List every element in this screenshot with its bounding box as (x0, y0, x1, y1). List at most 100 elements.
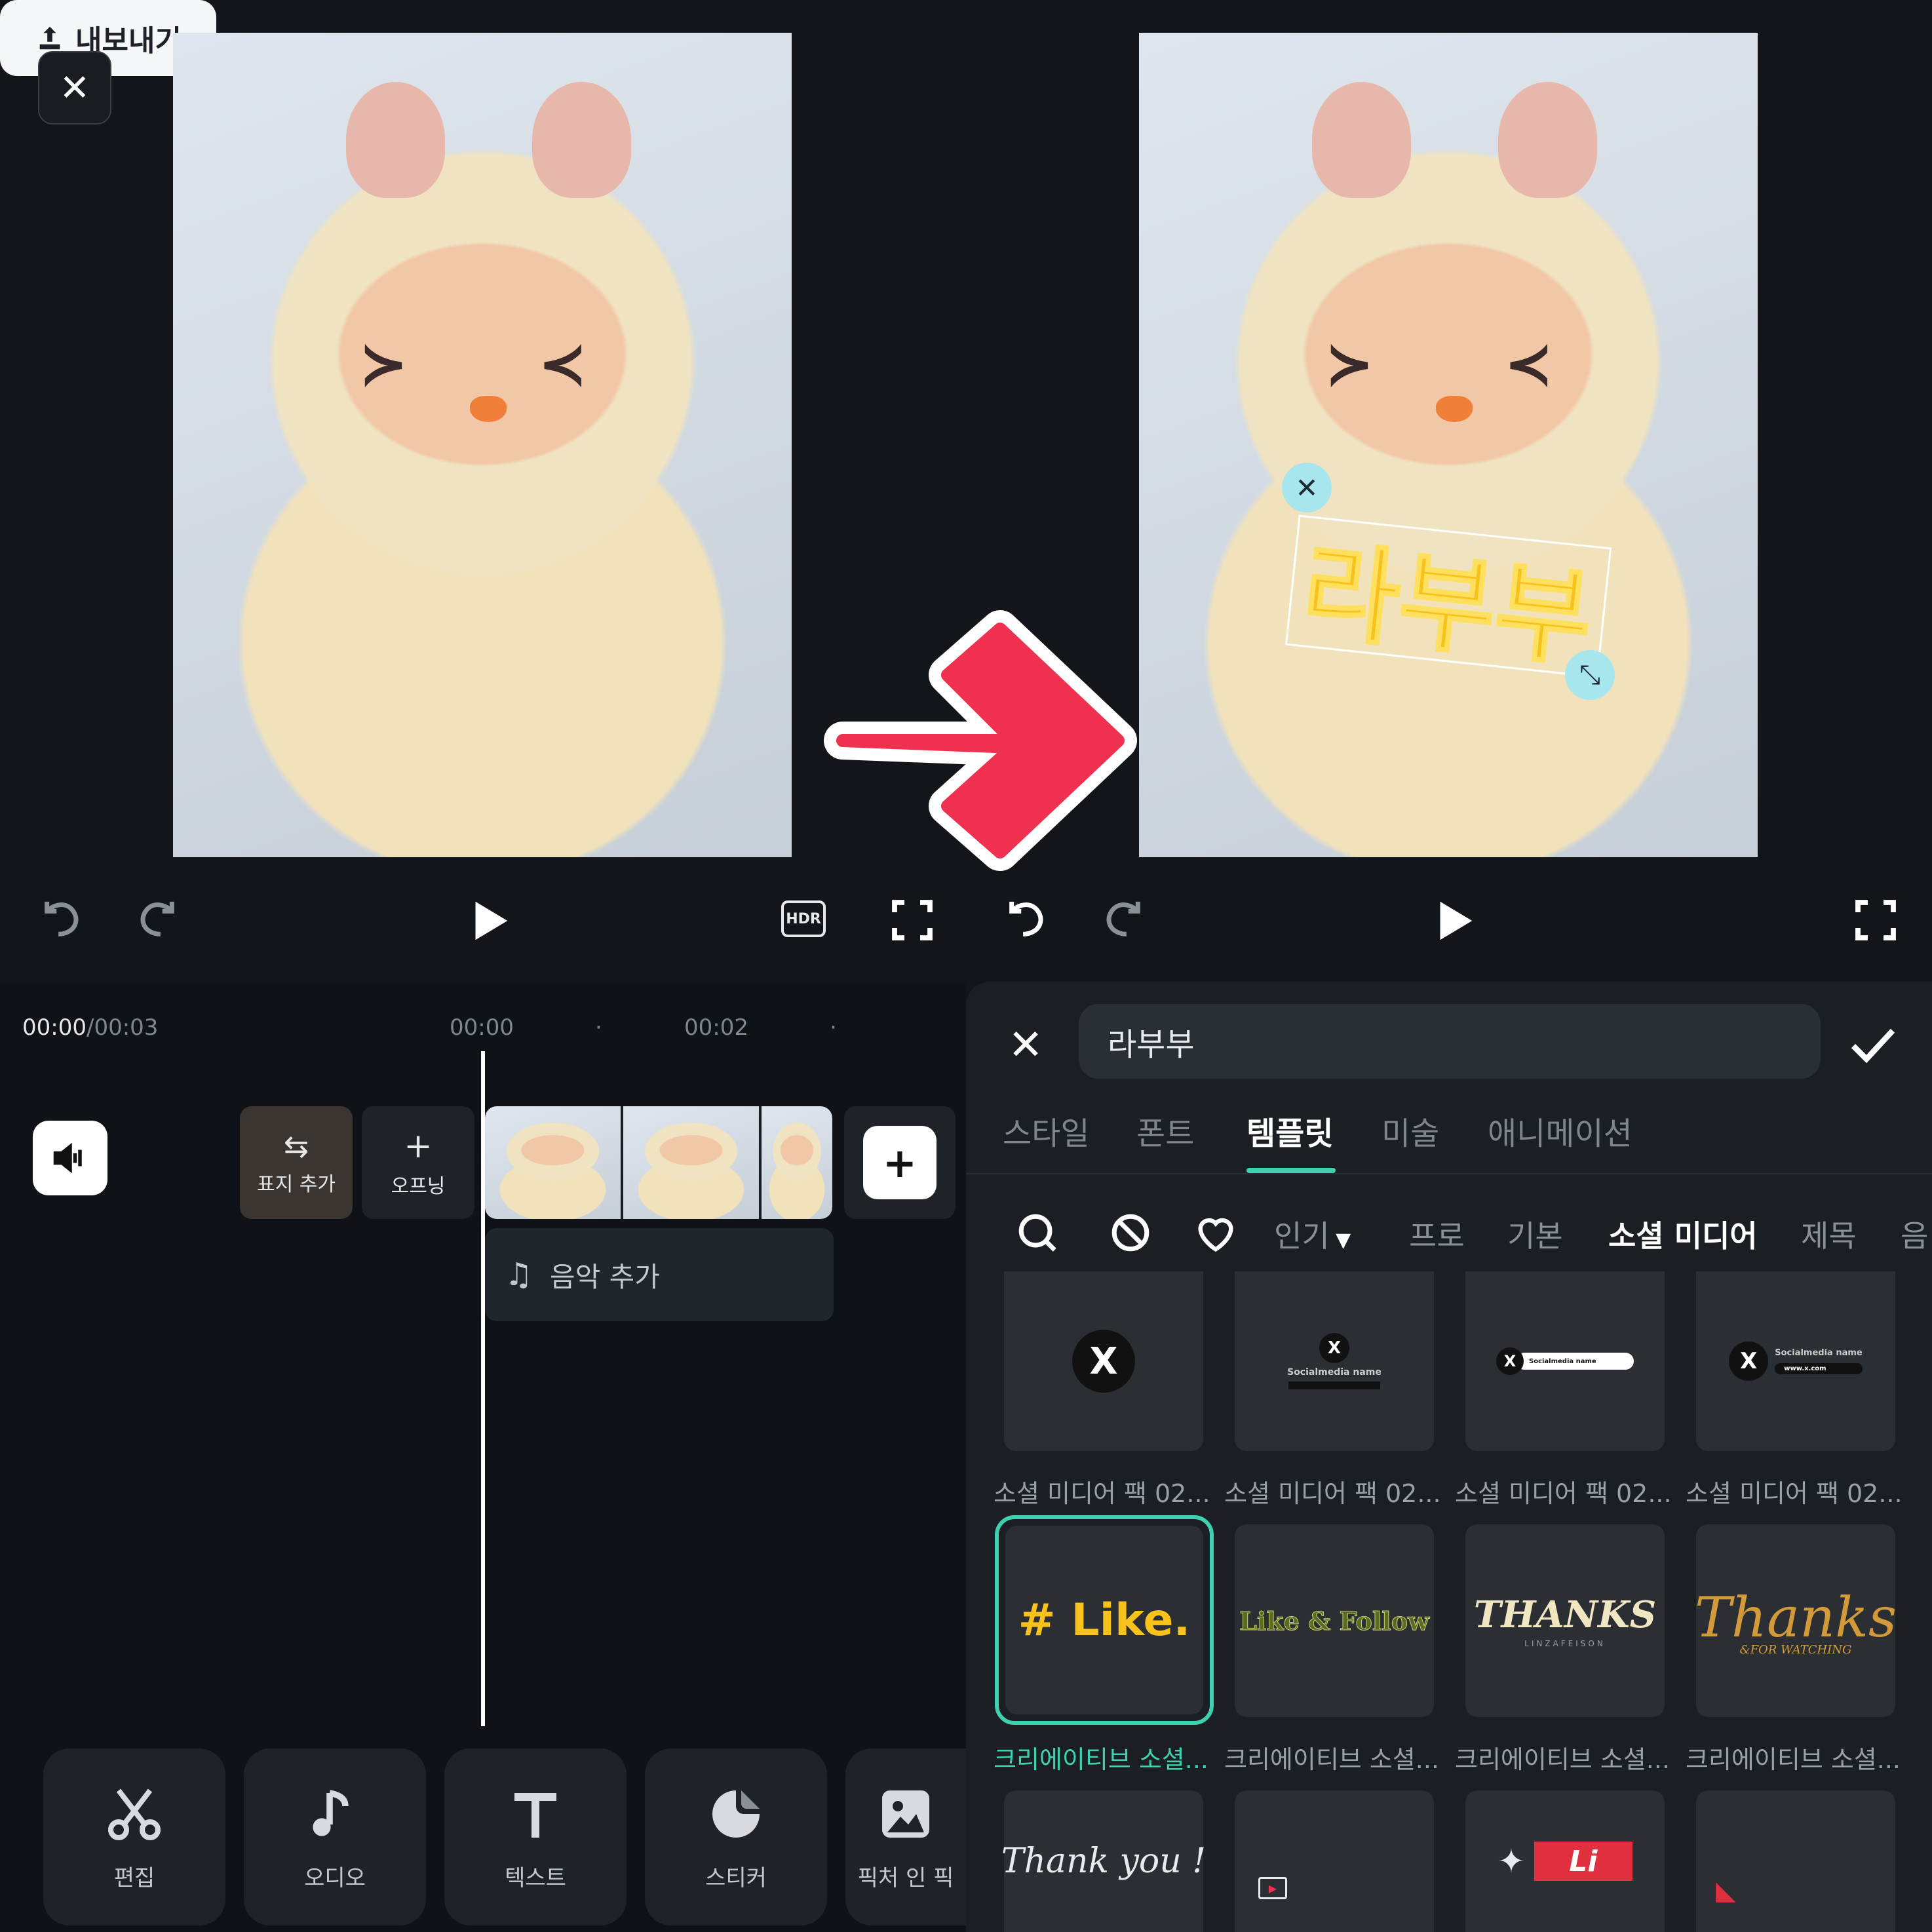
doll-ear (1497, 82, 1597, 198)
ruler-tick: 00:02 (684, 1014, 748, 1041)
ruler-dot: · (595, 1014, 602, 1041)
template-text-group: Socialmedia name www.x.com (1775, 1348, 1863, 1374)
picture-icon (882, 1790, 929, 1838)
filter-popular-label: 인기 (1274, 1218, 1330, 1254)
x-logo-icon: X (1319, 1333, 1349, 1363)
template-text: THANKS (1473, 1593, 1657, 1636)
undo-icon[interactable] (39, 898, 85, 944)
template-caption: 소셜 미디어 팩 02... (1455, 1479, 1672, 1508)
template-bar (1288, 1381, 1380, 1389)
x-logo-icon: X (1729, 1342, 1769, 1381)
add-clip-button[interactable]: + (844, 1106, 956, 1219)
text-input-field[interactable]: 라부부 (1079, 1004, 1821, 1079)
template-tile[interactable]: THANKS LINZAFEISON (1465, 1524, 1665, 1717)
audio-tool-button[interactable]: 오디오 (244, 1748, 426, 1925)
doll-eye: ≻ (1324, 329, 1374, 398)
sticker-tool-button[interactable]: 스티커 (645, 1748, 827, 1925)
audio-tool-label: 오디오 (304, 1864, 366, 1891)
template-tile[interactable]: X Socialmedia name www.x.com (1696, 1271, 1895, 1451)
chevron-down-icon: ▼ (1329, 1229, 1351, 1252)
redo-icon[interactable] (1100, 898, 1146, 944)
resize-text-icon[interactable]: ⤡ (1565, 650, 1615, 700)
template-bar: Socialmedia name (1516, 1353, 1634, 1370)
filter-title[interactable]: 제목 (1801, 1212, 1857, 1256)
template-subtext: www.x.com (1775, 1363, 1863, 1374)
sparkle-icon: ✦ (1497, 1842, 1525, 1880)
undo-icon[interactable] (1004, 898, 1050, 944)
tab-style[interactable]: 스타일 (1003, 1108, 1089, 1153)
clip-thumbnail (485, 1106, 621, 1219)
transition-arrow (824, 610, 1137, 871)
tab-animation[interactable]: 애니메이션 (1488, 1108, 1633, 1153)
template-tile[interactable]: Thanks &FOR WATCHING (1695, 1524, 1897, 1717)
total-time: /00:03 (86, 1014, 159, 1041)
template-tile[interactable]: Thank you ! (1001, 1790, 1207, 1932)
template-caption: 소셜 미디어 팩 02... (1686, 1479, 1903, 1508)
template-subtext: LINZAFEISON (1524, 1639, 1606, 1648)
add-music-button[interactable]: ♫ 음악 추가 (485, 1228, 834, 1321)
doll-ear (346, 82, 446, 198)
filter-social-media[interactable]: 소셜 미디어 (1608, 1212, 1758, 1256)
filter-popular[interactable]: 인기 ▼ (1274, 1212, 1351, 1256)
tab-art[interactable]: 미술 (1381, 1108, 1439, 1153)
mute-toggle-button[interactable] (33, 1121, 107, 1195)
doll-eye: ≻ (358, 329, 408, 398)
video-preview-with-text: ≻ ≺ 라부부 ✕ ⤡ (1139, 33, 1758, 857)
template-tile[interactable]: ◣ (1696, 1790, 1895, 1932)
confirm-check-icon[interactable] (1847, 1020, 1899, 1072)
fullscreen-icon[interactable] (1852, 897, 1899, 944)
swap-icon: ⇆ (283, 1129, 309, 1164)
redo-icon[interactable] (134, 898, 180, 944)
template-tile-selected[interactable]: # Like. (995, 1515, 1214, 1725)
edit-tool-label: 편집 (113, 1864, 155, 1891)
filter-basic[interactable]: 기본 (1507, 1212, 1563, 1256)
template-subtext: &FOR WATCHING (1739, 1642, 1852, 1657)
template-tile[interactable]: X Socialmedia name (1235, 1271, 1434, 1451)
plus-icon: + (404, 1127, 433, 1166)
close-editor-button[interactable]: ✕ (38, 51, 111, 125)
add-cover-button[interactable]: ⇆ 표지 추가 (240, 1106, 353, 1219)
doll-ear (1312, 82, 1412, 198)
opening-label: 오프닝 (391, 1175, 446, 1198)
template-caption: 소셜 미디어 팩 02... (1224, 1479, 1441, 1508)
close-panel-icon[interactable]: ✕ (1003, 1021, 1049, 1070)
pip-tool-button[interactable]: 픽처 인 픽 (845, 1748, 966, 1925)
play-icon[interactable] (463, 895, 514, 946)
add-music-label: 음악 추가 (550, 1260, 660, 1293)
doll-eye: ≺ (537, 329, 588, 398)
filter-pro[interactable]: 프로 (1409, 1212, 1465, 1256)
hdr-icon[interactable]: HDR (781, 900, 826, 937)
play-icon[interactable] (1427, 895, 1478, 946)
x-logo-icon: X (1496, 1347, 1524, 1375)
playhead[interactable] (481, 1051, 485, 1726)
template-text: Socialmedia name (1287, 1367, 1381, 1378)
template-caption: 크리에이티브 소셜... (1224, 1745, 1439, 1774)
template-tile[interactable]: Like & Follow (1235, 1524, 1434, 1717)
music-add-icon: ♫ (505, 1256, 533, 1293)
text-overlay-box[interactable]: 라부부 (1285, 514, 1612, 682)
add-opening-button[interactable]: + 오프닝 (362, 1106, 474, 1219)
template-tile[interactable]: X (1004, 1271, 1203, 1451)
template-text: # Like. (1018, 1594, 1191, 1646)
text-tool-button[interactable]: 텍스트 (444, 1748, 627, 1925)
search-icon[interactable] (1014, 1210, 1060, 1256)
filter-more[interactable]: 음 (1901, 1212, 1932, 1256)
tab-font[interactable]: 폰트 (1136, 1108, 1194, 1153)
upload-icon (39, 26, 60, 50)
favorite-heart-icon[interactable] (1193, 1211, 1239, 1257)
delete-text-icon[interactable]: ✕ (1282, 463, 1332, 512)
add-cover-label: 표지 추가 (257, 1173, 336, 1196)
fullscreen-icon[interactable] (889, 897, 936, 944)
ruler-dot: · (830, 1014, 837, 1041)
template-tile[interactable]: X Socialmedia name (1465, 1271, 1665, 1451)
template-text: Thank you ! (1001, 1842, 1207, 1881)
text-tool-label: 텍스트 (505, 1864, 566, 1891)
video-clip-strip[interactable] (485, 1106, 832, 1219)
tab-template[interactable]: 템플릿 (1246, 1108, 1333, 1153)
none-icon[interactable] (1108, 1210, 1153, 1256)
edit-tool-button[interactable]: 편집 (43, 1748, 225, 1925)
template-tile[interactable]: ✦ Li (1465, 1790, 1665, 1932)
template-text: Socialmedia name (1775, 1348, 1863, 1358)
template-tile[interactable]: ▶ (1235, 1790, 1434, 1932)
template-bar: Li (1534, 1842, 1633, 1881)
